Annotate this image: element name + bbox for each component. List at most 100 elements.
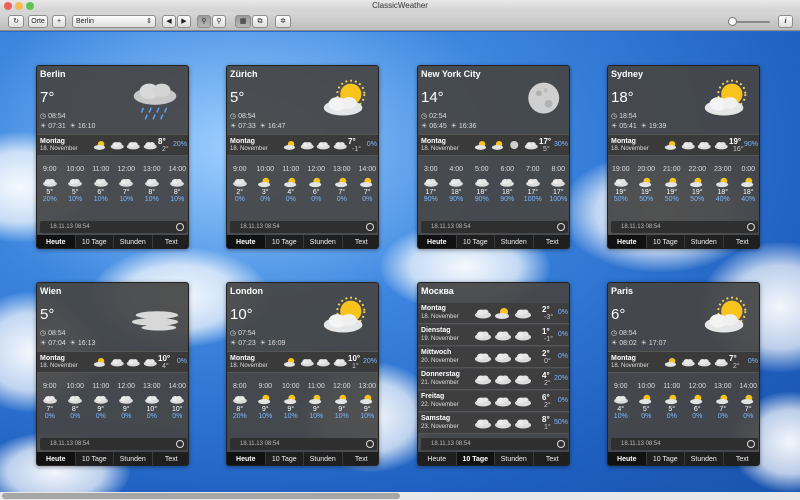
day-forecast-row[interactable]: Montag 18. November 19° 16° 90%	[608, 134, 759, 156]
hour-cell: 9:00 9° 10%	[253, 382, 279, 434]
tab-stunden[interactable]: Stunden	[114, 235, 153, 248]
day-precip: 30%	[553, 141, 568, 148]
tab-10-tage[interactable]: 10 Tage	[76, 452, 114, 465]
hour-cell: 10:00 5° 10%	[63, 165, 89, 217]
city-select[interactable]: Berlin ⇕	[72, 15, 156, 28]
tab-text[interactable]: Text	[153, 235, 189, 248]
local-time: ◷ 18:54	[611, 112, 637, 120]
refresh-ring-icon[interactable]	[557, 440, 565, 448]
update-stamp-text: 18.11.13 08:54	[240, 441, 280, 447]
refresh-ring-icon[interactable]	[176, 223, 184, 231]
cloud-icon	[144, 176, 160, 188]
layout-view-button[interactable]: ⧉	[252, 15, 268, 28]
sunrise-icon: ☀	[230, 123, 237, 130]
day-forecast-row[interactable]: Mittwoch 20. November 2° 0° 0%	[418, 347, 569, 368]
day-forecast-row[interactable]: Montag 18. November 8° 2° 20%	[37, 134, 188, 156]
weather-card[interactable]: Zürich 5° ◷ 08:54 ☀ 07:33 ☀ 16:47 Montag 18. …	[226, 65, 379, 249]
day-forecast-row[interactable]: Montag 18. November 10° 4° 0%	[37, 351, 188, 373]
hour-cell: 7:00 17° 100%	[520, 165, 546, 217]
tab-heute[interactable]: Heute	[418, 235, 457, 248]
hour-cell: 9:00 4° 10%	[608, 382, 634, 434]
day-forecast-row[interactable]: Montag 18. November 7° -1° 0%	[227, 134, 378, 156]
tab-10-tage[interactable]: 10 Tage	[266, 235, 304, 248]
day-forecast-row[interactable]: Samstag 23. November 8° 1° 50%	[418, 413, 569, 434]
tab-stunden[interactable]: Stunden	[114, 452, 153, 465]
tab-text[interactable]: Text	[534, 452, 570, 465]
tab-heute[interactable]: Heute	[608, 452, 647, 465]
scrollbar-thumb[interactable]	[2, 493, 400, 499]
day-forecast-row[interactable]: Montag 18. November 7° 2° 0%	[608, 351, 759, 373]
sun-icon	[715, 393, 731, 405]
weather-card[interactable]: Wien 5° ◷ 08:54 ☀ 07:04 ☀ 16:13 Montag 18. No…	[36, 282, 189, 466]
settings-button[interactable]: ✲	[275, 15, 291, 28]
refresh-ring-icon[interactable]	[176, 440, 184, 448]
cloud-icon	[474, 394, 492, 408]
tab-stunden[interactable]: Stunden	[685, 235, 724, 248]
weather-card[interactable]: New York City 14° ◷ 02:54 ☀ 06:45 ☀ 16:36 Mo…	[417, 65, 570, 249]
tab-10-tage[interactable]: 10 Tage	[76, 235, 114, 248]
tab-10-tage[interactable]: 10 Tage	[647, 452, 685, 465]
day-forecast-row[interactable]: Montag 18. November 2° -3° 0%	[418, 303, 569, 324]
tab-heute[interactable]: Heute	[227, 235, 266, 248]
tab-heute[interactable]: Heute	[608, 235, 647, 248]
day-forecast-row[interactable]: Montag 18. November 10° 1° 20%	[227, 351, 378, 373]
day-forecast-row[interactable]: Donnerstag 21. November 4° 2° 20%	[418, 369, 569, 390]
weather-card[interactable]: Berlin 7° ◷ 08:54 ☀ 07:31 ☀ 16:10 Montag 18. …	[36, 65, 189, 249]
prev-button[interactable]: ◀	[162, 15, 176, 28]
hour-cell: 21:00 19° 50%	[659, 165, 685, 217]
tab-10-tage[interactable]: 10 Tage	[266, 452, 304, 465]
tab-heute[interactable]: Heute	[418, 452, 457, 465]
tab-text[interactable]: Text	[724, 235, 760, 248]
tab-stunden[interactable]: Stunden	[495, 235, 534, 248]
hour-temp: 6°	[693, 406, 701, 413]
grid-view-button[interactable]: ▦	[235, 15, 251, 28]
tab-heute[interactable]: Heute	[227, 452, 266, 465]
refresh-ring-icon[interactable]	[747, 223, 755, 231]
hour-label: 9:00	[42, 383, 57, 390]
tab-stunden[interactable]: Stunden	[304, 235, 343, 248]
places-button[interactable]: Orte	[28, 15, 48, 28]
day-low: 2°	[733, 363, 740, 370]
refresh-ring-icon[interactable]	[747, 440, 755, 448]
zoom-slider[interactable]	[728, 17, 770, 26]
tab-10-tage[interactable]: 10 Tage	[457, 235, 495, 248]
close-window-button[interactable]	[4, 2, 12, 10]
weather-card[interactable]: Москва Montag 18. November 2° -3° 0% Dienstag 1…	[417, 282, 570, 466]
tab-text[interactable]: Text	[534, 235, 570, 248]
weather-card[interactable]: Paris 6° ◷ 08:54 ☀ 08:02 ☀ 17:07 Montag 18. N…	[607, 282, 760, 466]
day-forecast-row[interactable]: Dienstag 19. November 1° -1° 0%	[418, 325, 569, 346]
day-precip: 0%	[176, 358, 187, 365]
day-forecast-row[interactable]: Freitag 22. November 6° 2° 0%	[418, 391, 569, 412]
day-forecast-row[interactable]: Montag 18. November 17° 5° 30%	[418, 134, 569, 156]
hour-precip: 40%	[715, 196, 730, 203]
tab-text[interactable]: Text	[343, 235, 379, 248]
refresh-ring-icon[interactable]	[366, 440, 374, 448]
tab-text[interactable]: Text	[153, 452, 189, 465]
zoom-out-button[interactable]: ⚲	[197, 15, 211, 28]
next-button[interactable]: ▶	[177, 15, 191, 28]
weather-card[interactable]: Sydney 18° ◷ 18:54 ☀ 05:41 ☀ 19:39 Montag 18.…	[607, 65, 760, 249]
tab-heute[interactable]: Heute	[37, 235, 76, 248]
horizontal-scrollbar[interactable]	[0, 492, 800, 500]
refresh-ring-icon[interactable]	[557, 223, 565, 231]
zoom-in-button[interactable]: ⚲	[212, 15, 226, 28]
info-button[interactable]: i	[778, 15, 793, 28]
weather-card[interactable]: London 10° ◷ 07:54 ☀ 07:23 ☀ 16:09 Montag 18.…	[226, 282, 379, 466]
add-city-button[interactable]: +	[52, 15, 66, 28]
tab-heute[interactable]: Heute	[37, 452, 76, 465]
tab-text[interactable]: Text	[724, 452, 760, 465]
title-bar: ClassicWeather	[0, 0, 800, 12]
refresh-button[interactable]: ↻	[8, 15, 24, 28]
zoom-slider-knob[interactable]	[728, 17, 737, 26]
minimize-window-button[interactable]	[15, 2, 23, 10]
day-icons	[474, 350, 538, 366]
tab-10-tage[interactable]: 10 Tage	[456, 452, 495, 465]
tab-10-tage[interactable]: 10 Tage	[647, 235, 685, 248]
sun-icon	[283, 355, 298, 369]
refresh-ring-icon[interactable]	[366, 223, 374, 231]
tab-stunden[interactable]: Stunden	[495, 452, 534, 465]
zoom-window-button[interactable]	[26, 2, 34, 10]
tab-stunden[interactable]: Stunden	[685, 452, 724, 465]
tab-stunden[interactable]: Stunden	[304, 452, 343, 465]
tab-text[interactable]: Text	[343, 452, 379, 465]
